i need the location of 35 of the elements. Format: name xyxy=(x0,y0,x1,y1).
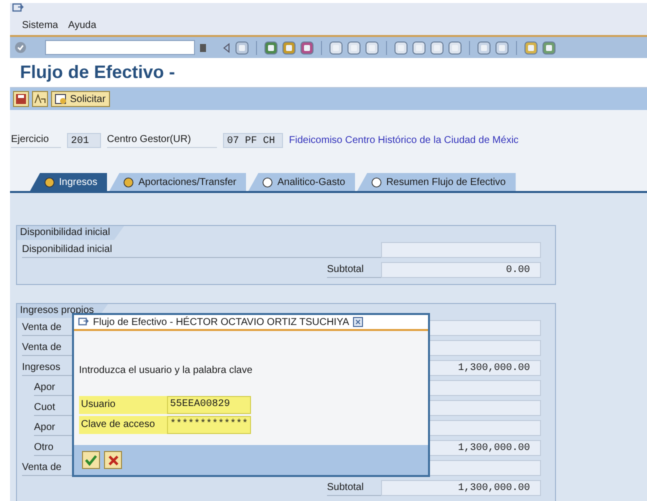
field-label: Ejercicio xyxy=(11,132,61,148)
tab[interactable]: Aportaciones/Transfer xyxy=(109,173,246,191)
tab[interactable]: Analitico-Gasto xyxy=(248,173,356,191)
coin-icon xyxy=(123,176,134,188)
field-label: Clave de acceso xyxy=(79,416,167,434)
amount-field[interactable]: 0.00 xyxy=(381,262,541,278)
dialog-message: Introduzca el usuario y la palabra clave xyxy=(79,364,254,378)
input-field[interactable]: 07 PF CH xyxy=(223,132,283,148)
window-icon xyxy=(12,3,24,13)
row-label: Disponibilidad inicial xyxy=(22,242,381,258)
menu-item[interactable]: Ayuda xyxy=(68,18,96,33)
menu-item[interactable]: Sistema xyxy=(22,18,58,33)
command-field[interactable] xyxy=(45,40,195,55)
cancel-button[interactable] xyxy=(104,451,122,469)
amount-field[interactable]: 1,300,000.00 xyxy=(381,480,541,496)
input-field[interactable]: 201 xyxy=(67,132,101,148)
enter-icon[interactable] xyxy=(14,41,27,54)
input-field[interactable]: 55EEA00829 xyxy=(167,396,251,414)
input-field[interactable]: ************* xyxy=(167,416,251,434)
screen-title: Flujo de Efectivo - xyxy=(20,61,176,84)
other-object-icon[interactable] xyxy=(32,91,48,107)
close-icon[interactable] xyxy=(353,317,364,327)
document-lock-icon xyxy=(55,94,67,104)
check-icon xyxy=(85,454,97,466)
field-label: Usuario xyxy=(79,396,167,414)
tab[interactable]: Resumen Flujo de Efectivo xyxy=(357,173,516,191)
group-title: Disponibilidad inicial xyxy=(17,226,124,240)
description-text: Fideicomiso Centro Histórico de la Ciudad de Méxic xyxy=(289,134,519,148)
tab[interactable]: Ingresos xyxy=(30,173,108,191)
window-icon xyxy=(78,317,89,327)
field-label: Centro Gestor(UR) xyxy=(107,132,217,148)
close-icon xyxy=(108,454,118,466)
confirm-button[interactable] xyxy=(82,451,100,469)
solicitar-button[interactable]: Solicitar xyxy=(51,91,110,107)
amount-field[interactable] xyxy=(381,242,541,258)
